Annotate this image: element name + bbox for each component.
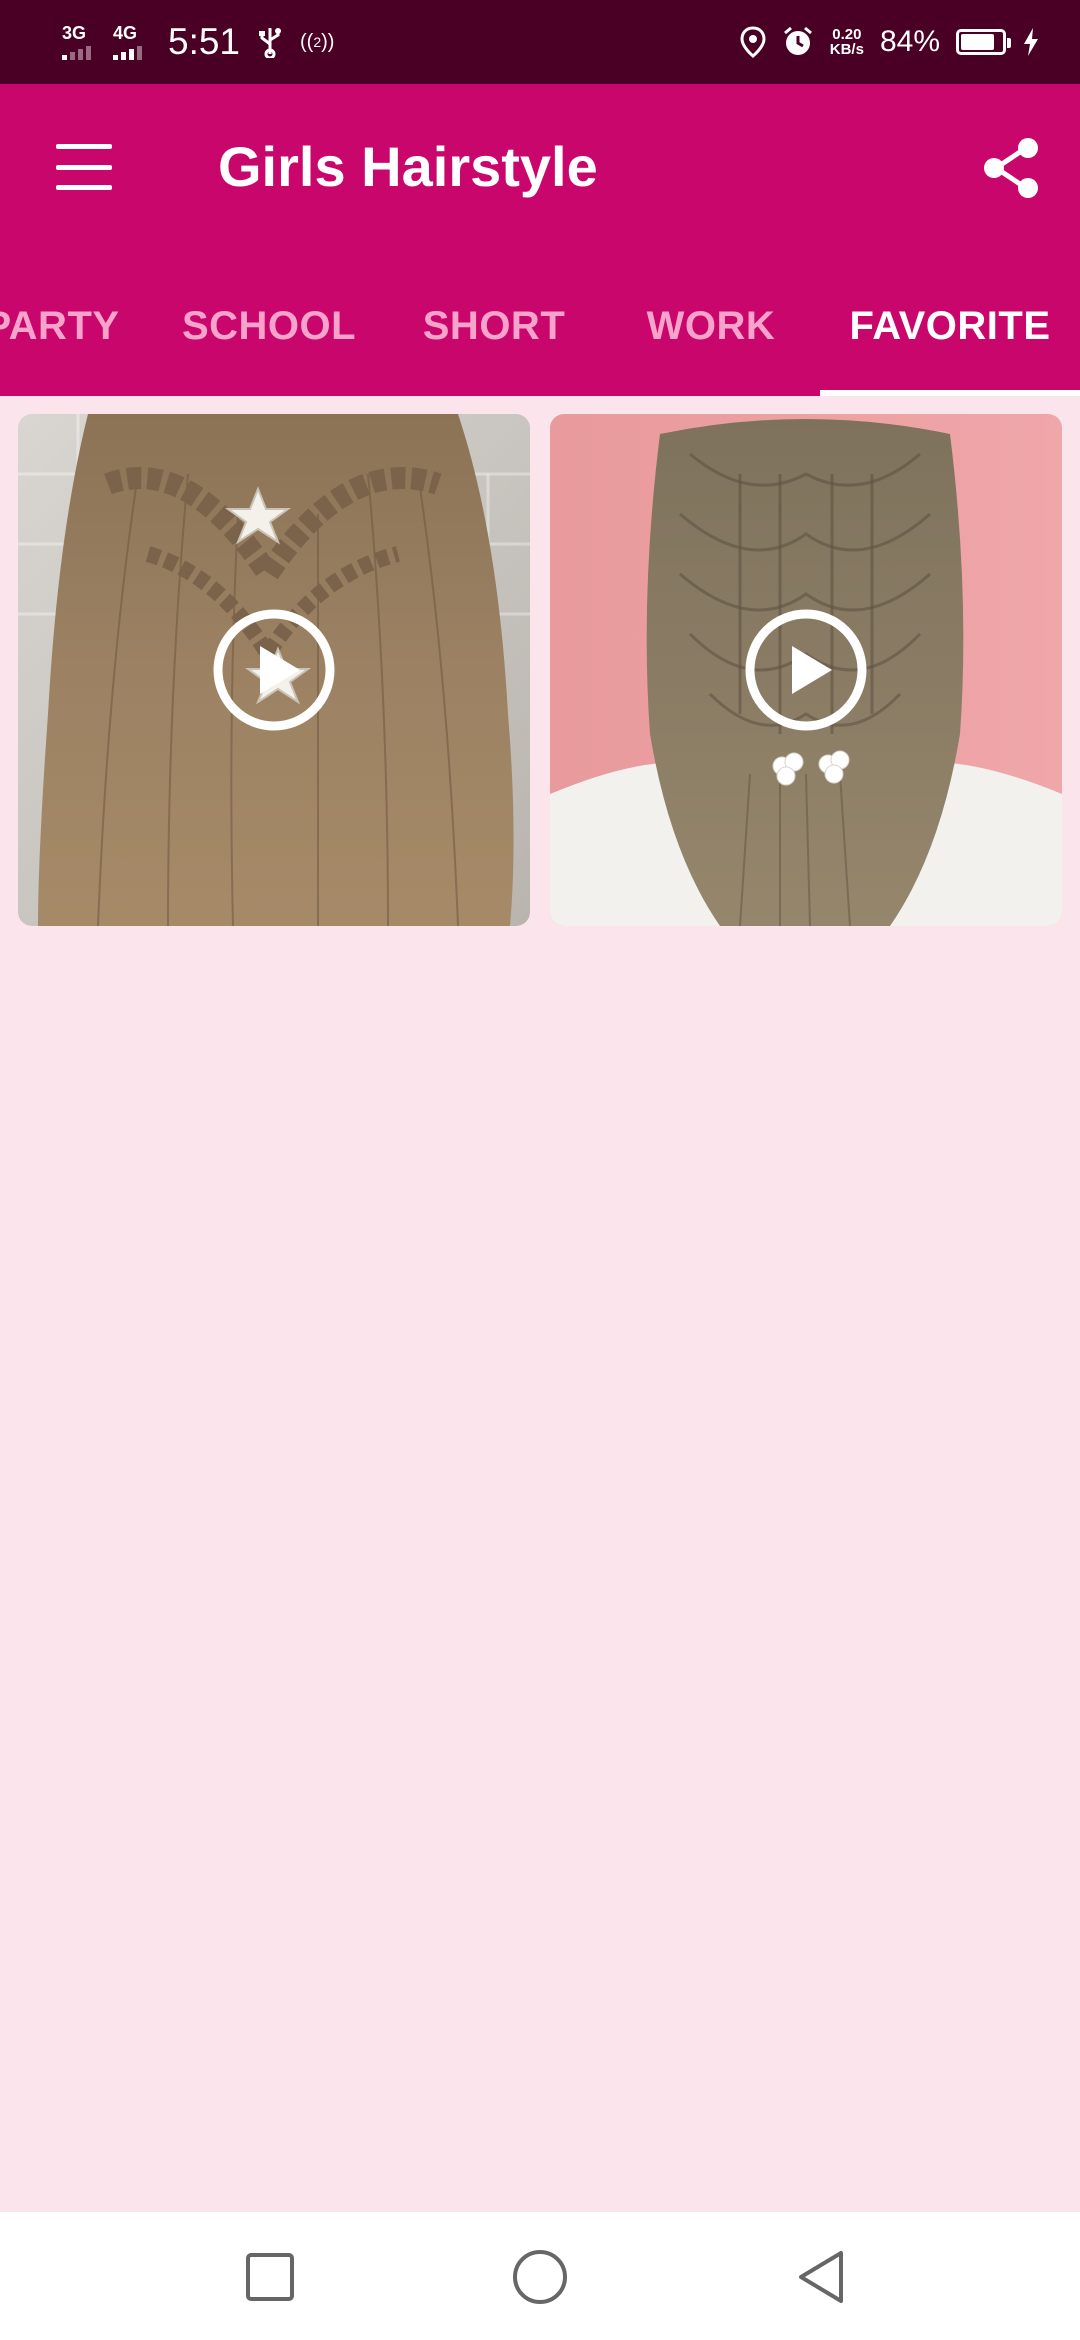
- square-icon: [246, 2253, 294, 2301]
- video-thumbnail[interactable]: [550, 414, 1062, 926]
- network-3g-label: 3G: [62, 23, 87, 43]
- status-clock: 5:51: [168, 21, 241, 62]
- back-button[interactable]: [786, 2242, 856, 2312]
- tab-work[interactable]: WORK: [644, 256, 778, 396]
- recents-button[interactable]: [235, 2242, 305, 2312]
- status-right: 0.20 KB/s 84%: [740, 25, 1040, 59]
- battery-icon: [956, 29, 1011, 55]
- charging-icon: [1022, 27, 1040, 57]
- video-thumbnail[interactable]: [18, 414, 530, 926]
- share-icon: [984, 138, 1038, 198]
- signal-bars-icon: [62, 44, 91, 60]
- network-4g-label: 4G: [113, 23, 138, 43]
- system-nav-bar: [0, 2212, 1080, 2340]
- status-bar: 3G 4G 5:51 ((2)) 0.20 KB/s 84%: [0, 0, 1080, 84]
- play-icon: [213, 609, 335, 731]
- toolbar: Girls Hairstyle: [0, 84, 1080, 256]
- app-title: Girls Hairstyle: [218, 135, 598, 198]
- share-button[interactable]: [980, 136, 1044, 200]
- speed-unit: KB/s: [829, 41, 864, 58]
- alarm-icon: [782, 26, 814, 58]
- location-icon: [740, 26, 766, 58]
- network-3g-indicator: 3G: [62, 24, 91, 60]
- speed-value: 0.20: [832, 26, 862, 43]
- tab-short[interactable]: SHORT: [418, 256, 570, 396]
- status-left: 3G 4G 5:51 ((2)): [62, 21, 334, 63]
- network-4g-indicator: 4G: [113, 24, 142, 60]
- usb-icon: [256, 26, 284, 58]
- hamburger-icon-line: [56, 185, 112, 190]
- app-bar: Girls Hairstyle PARTY SCHOOL SHORT WORK …: [0, 84, 1080, 396]
- triangle-back-icon: [799, 2251, 843, 2303]
- home-button[interactable]: [505, 2242, 575, 2312]
- category-tabs: PARTY SCHOOL SHORT WORK FAVORITE: [0, 256, 1080, 396]
- circle-icon: [513, 2250, 567, 2304]
- tab-party[interactable]: PARTY: [0, 256, 119, 396]
- signal-bars-icon: [113, 44, 142, 60]
- hamburger-icon-line: [56, 164, 112, 170]
- menu-button[interactable]: [56, 144, 112, 190]
- hamburger-icon-line: [56, 144, 112, 149]
- play-icon: [745, 609, 867, 731]
- hotspot-label: 2: [313, 34, 322, 50]
- battery-percent: 84%: [879, 25, 940, 58]
- tab-favorite[interactable]: FAVORITE: [840, 256, 1060, 396]
- network-speed: 0.20 KB/s: [830, 27, 864, 57]
- tab-indicator: [820, 390, 1080, 396]
- battery-fill: [961, 34, 994, 50]
- hotspot-icon: ((2)): [300, 30, 335, 53]
- tab-school[interactable]: SCHOOL: [176, 256, 362, 396]
